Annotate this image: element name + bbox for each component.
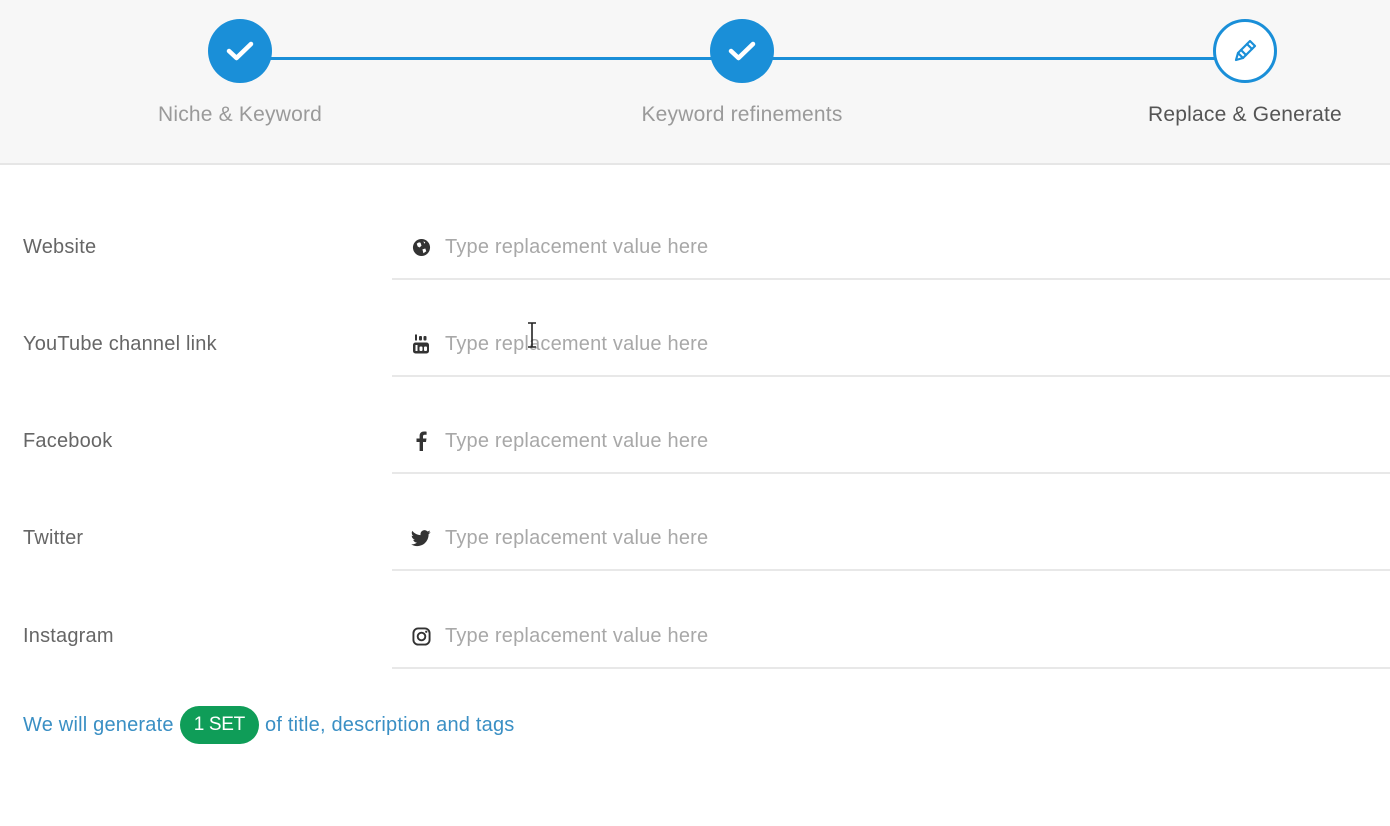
facebook-row: Facebook xyxy=(0,378,1390,475)
generation-suffix: of title, description and tags xyxy=(265,713,515,736)
text-cursor-icon xyxy=(528,322,536,348)
step-connector-1 xyxy=(240,57,742,60)
website-input[interactable] xyxy=(445,230,1345,264)
step-1-circle[interactable] xyxy=(208,19,272,83)
check-icon xyxy=(226,41,254,61)
step-1-label: Niche & Keyword xyxy=(157,103,323,126)
facebook-field[interactable] xyxy=(392,418,1390,474)
instagram-label: Instagram xyxy=(23,625,114,647)
instagram-row: Instagram xyxy=(0,573,1390,670)
twitter-label: Twitter xyxy=(23,527,84,549)
check-icon xyxy=(728,41,756,61)
step-2-circle[interactable] xyxy=(710,19,774,83)
step-connector-2 xyxy=(742,57,1245,60)
instagram-field[interactable] xyxy=(392,613,1390,669)
twitter-row: Twitter xyxy=(0,475,1390,572)
set-count-badge[interactable]: 1 SET xyxy=(179,706,259,744)
youtube-row: YouTube channel link xyxy=(0,281,1390,378)
pencil-icon xyxy=(1234,39,1257,62)
youtube-icon xyxy=(411,334,431,354)
facebook-input[interactable] xyxy=(445,424,1345,458)
facebook-label: Facebook xyxy=(23,430,113,452)
facebook-icon xyxy=(411,431,431,451)
instagram-input[interactable] xyxy=(445,619,1345,653)
globe-icon xyxy=(411,237,431,257)
twitter-icon xyxy=(411,528,431,548)
step-3-circle[interactable] xyxy=(1213,19,1277,83)
youtube-field[interactable] xyxy=(392,321,1390,377)
website-field[interactable] xyxy=(392,224,1390,280)
generation-prefix: We will generate xyxy=(23,713,174,736)
website-label: Website xyxy=(23,236,97,258)
instagram-icon xyxy=(411,626,431,646)
youtube-input[interactable] xyxy=(445,327,1345,361)
progress-stepper: Niche & Keyword Keyword refinements Repl… xyxy=(0,0,1390,165)
twitter-input[interactable] xyxy=(445,521,1345,555)
twitter-field[interactable] xyxy=(392,515,1390,571)
youtube-label: YouTube channel link xyxy=(23,333,217,355)
step-3-label: Replace & Generate xyxy=(1148,103,1342,126)
step-2-label: Keyword refinements xyxy=(641,103,843,126)
generation-summary: We will generate 1 SET of title, descrip… xyxy=(23,706,514,744)
website-row: Website xyxy=(0,184,1390,281)
